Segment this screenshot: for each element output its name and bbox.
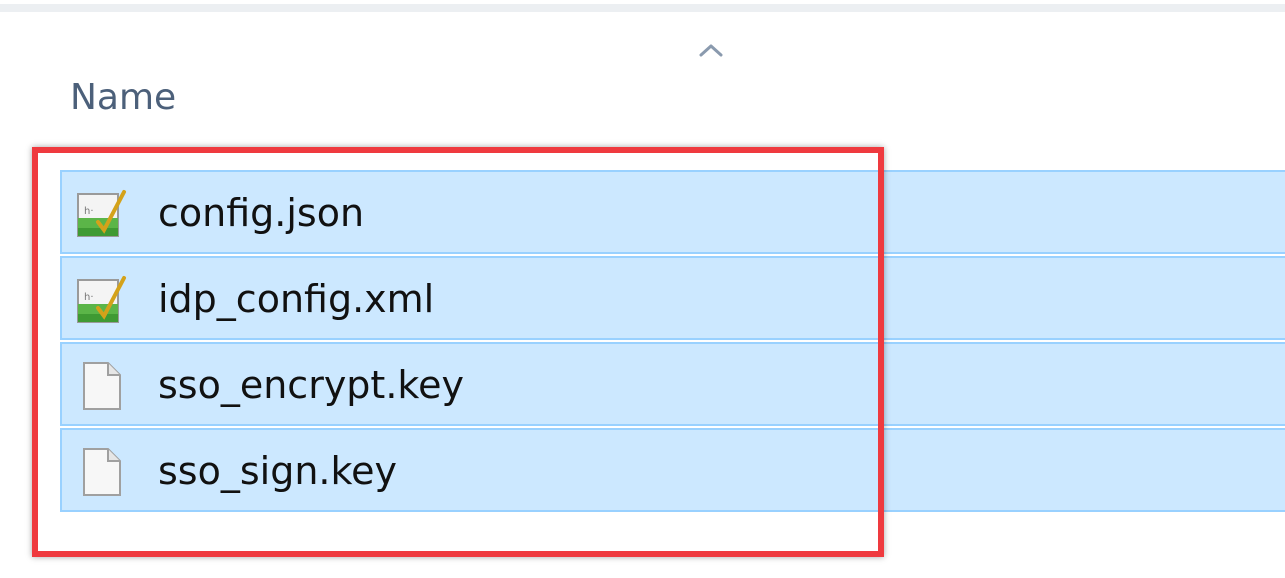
file-name: idp_config.xml bbox=[158, 277, 435, 321]
file-row-sso-encrypt-key[interactable]: sso_encrypt.key bbox=[60, 342, 1285, 426]
chevron-up-icon[interactable] bbox=[696, 40, 726, 60]
file-explorer-view: Name h· config.json h· idp_config.xml ss… bbox=[0, 0, 1285, 578]
file-name: config.json bbox=[158, 191, 365, 235]
file-row-config-json[interactable]: h· config.json bbox=[60, 170, 1285, 254]
notepad-document-icon: h· bbox=[77, 190, 126, 237]
file-name: sso_encrypt.key bbox=[158, 363, 464, 407]
toolbar-divider bbox=[0, 4, 1285, 12]
file-row-sso-sign-key[interactable]: sso_sign.key bbox=[60, 428, 1285, 512]
blank-file-icon bbox=[83, 362, 121, 410]
svg-text:h·: h· bbox=[84, 292, 94, 303]
notepad-document-icon: h· bbox=[77, 276, 126, 323]
svg-text:h·: h· bbox=[84, 206, 94, 217]
file-name: sso_sign.key bbox=[158, 449, 398, 493]
column-header-name[interactable]: Name bbox=[70, 70, 470, 126]
blank-file-icon bbox=[83, 448, 121, 496]
file-list: h· config.json h· idp_config.xml sso_enc… bbox=[60, 170, 1285, 515]
file-row-idp-config-xml[interactable]: h· idp_config.xml bbox=[60, 256, 1285, 340]
